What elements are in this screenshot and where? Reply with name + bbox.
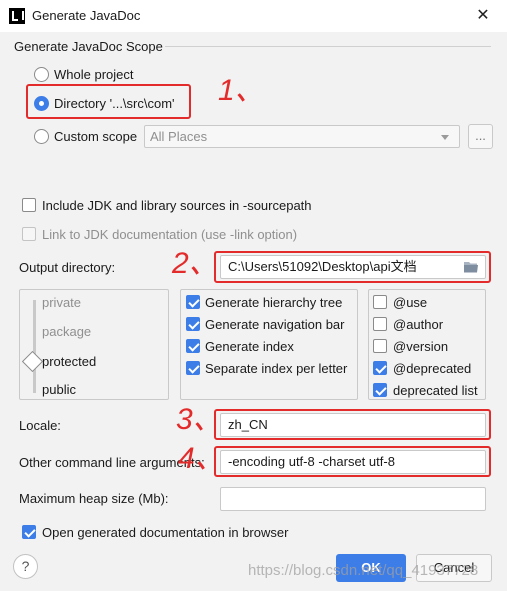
visibility-package[interactable]: package <box>42 324 91 339</box>
navigation-bar-label[interactable]: Generate navigation bar <box>205 317 344 332</box>
javadoc-dialog: Generate JavaDoc ✕ Generate JavaDoc Scop… <box>0 0 507 591</box>
include-jdk-label[interactable]: Include JDK and library sources in -sour… <box>42 198 312 213</box>
use-tag-label[interactable]: @use <box>393 295 427 310</box>
visibility-protected[interactable]: protected <box>42 354 96 369</box>
annotation-number-2: 2、 <box>172 247 219 280</box>
author-tag-checkbox[interactable] <box>373 317 387 331</box>
heap-size-label: Maximum heap size (Mb): <box>19 491 169 506</box>
deprecated-list-label[interactable]: deprecated list <box>393 383 478 398</box>
heap-size-field[interactable] <box>220 487 486 511</box>
hierarchy-tree-checkbox[interactable] <box>186 295 200 309</box>
generate-index-label[interactable]: Generate index <box>205 339 294 354</box>
title-bar: Generate JavaDoc ✕ <box>0 0 507 32</box>
navigation-bar-checkbox[interactable] <box>186 317 200 331</box>
custom-scope-radio[interactable] <box>34 129 49 144</box>
locale-label: Locale: <box>19 418 61 433</box>
open-browser-label[interactable]: Open generated documentation in browser <box>42 525 288 540</box>
separate-index-checkbox[interactable] <box>186 361 200 375</box>
browse-scope-button[interactable]: ... <box>468 124 493 149</box>
custom-scope-value: All Places <box>150 129 208 144</box>
generate-index-checkbox[interactable] <box>186 339 200 353</box>
link-jdk-checkbox <box>22 227 36 241</box>
annotation-number-1: 1、 <box>218 74 265 107</box>
annotation-box-locale <box>214 409 491 440</box>
close-button[interactable]: ✕ <box>471 4 495 28</box>
author-tag-label[interactable]: @author <box>393 317 443 332</box>
watermark: https://blog.csdn.net/qq_41937728 <box>248 562 479 579</box>
deprecated-tag-label[interactable]: @deprecated <box>393 361 471 376</box>
command-args-label: Other command line arguments: <box>19 455 205 470</box>
use-tag-checkbox[interactable] <box>373 295 387 309</box>
chevron-down-icon <box>441 135 449 140</box>
visibility-private[interactable]: private <box>42 295 81 310</box>
scope-group-title: Generate JavaDoc Scope <box>14 39 163 54</box>
output-directory-label: Output directory: <box>19 260 116 275</box>
custom-scope-dropdown[interactable]: All Places <box>144 125 460 148</box>
whole-project-label[interactable]: Whole project <box>54 67 133 82</box>
annotation-box-args <box>214 446 491 477</box>
separate-index-label[interactable]: Separate index per letter <box>205 361 347 376</box>
visibility-public[interactable]: public <box>42 382 76 397</box>
version-tag-label[interactable]: @version <box>393 339 448 354</box>
version-tag-checkbox[interactable] <box>373 339 387 353</box>
custom-scope-label[interactable]: Custom scope <box>54 129 137 144</box>
visibility-slider-track[interactable] <box>33 300 36 393</box>
deprecated-list-checkbox[interactable] <box>373 383 387 397</box>
hierarchy-tree-label[interactable]: Generate hierarchy tree <box>205 295 342 310</box>
intellij-app-icon <box>9 8 25 24</box>
annotation-box-output <box>214 251 491 283</box>
whole-project-radio[interactable] <box>34 67 49 82</box>
annotation-box-directory <box>26 84 191 119</box>
window-title: Generate JavaDoc <box>32 8 141 23</box>
help-button[interactable]: ? <box>13 554 38 579</box>
open-browser-checkbox[interactable] <box>22 525 36 539</box>
group-divider <box>165 46 491 47</box>
link-jdk-label: Link to JDK documentation (use -link opt… <box>42 227 298 242</box>
include-jdk-checkbox[interactable] <box>22 198 36 212</box>
deprecated-tag-checkbox[interactable] <box>373 361 387 375</box>
